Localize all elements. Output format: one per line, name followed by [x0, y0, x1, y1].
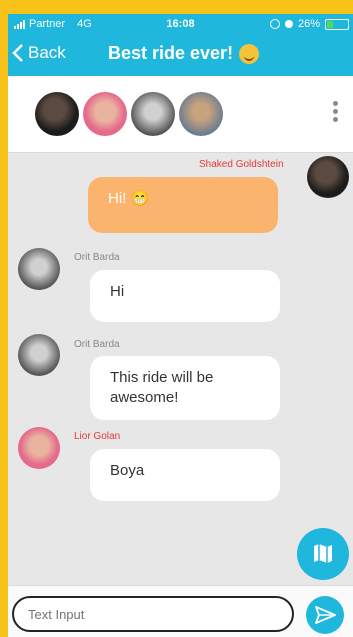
chevron-left-icon	[12, 44, 23, 62]
message-bubble-own: Hi! 😁	[88, 177, 278, 233]
send-icon	[315, 606, 336, 624]
sender-name: Orit Barda	[74, 339, 120, 350]
message-bubble: This ride will be awesome!	[90, 356, 280, 420]
sender-name: Orit Barda	[74, 252, 120, 263]
members-bar	[8, 76, 353, 153]
sender-name: Lior Golan	[74, 431, 121, 442]
sender-name: Shaked Goldshtein	[199, 159, 284, 170]
member-avatar[interactable]	[35, 92, 79, 136]
chat-title: Best ride ever!	[108, 43, 260, 65]
map-icon	[314, 544, 332, 563]
back-label: Back	[28, 43, 66, 62]
back-button[interactable]: Back	[12, 43, 66, 63]
sender-avatar	[307, 156, 349, 198]
chat-header: Back Best ride ever!	[8, 34, 353, 76]
sender-avatar	[18, 334, 60, 376]
more-options-icon[interactable]	[333, 101, 339, 125]
send-button[interactable]	[306, 596, 344, 634]
alarm-icon	[284, 20, 293, 28]
member-avatar[interactable]	[131, 92, 175, 136]
grinning-tongue-emoji-icon	[239, 44, 260, 65]
battery-icon	[325, 18, 349, 30]
message-bubble: Boya	[90, 449, 280, 501]
composer	[8, 585, 353, 637]
message-bubble: Hi	[90, 270, 280, 322]
member-avatar[interactable]	[179, 92, 223, 136]
location-icon	[269, 19, 280, 29]
status-bar: Partner 4G 16:08 26%	[8, 14, 353, 34]
member-avatar[interactable]	[83, 92, 127, 136]
message-input[interactable]	[12, 596, 294, 632]
sender-avatar	[18, 248, 60, 290]
app-screen: Partner 4G 16:08 26% Back Best ride ever…	[8, 14, 353, 637]
sender-avatar	[18, 427, 60, 469]
battery-percent: 26%	[297, 18, 320, 30]
map-button[interactable]	[297, 528, 349, 580]
